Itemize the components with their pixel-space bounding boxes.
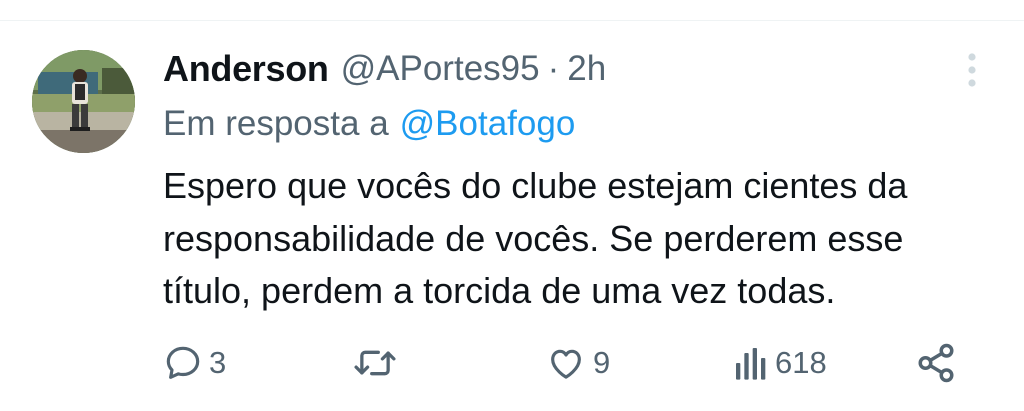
author-name[interactable]: Anderson — [163, 48, 329, 90]
like-count: 9 — [593, 345, 611, 380]
bar-chart-icon — [733, 343, 769, 383]
avatar-photo — [32, 50, 135, 153]
reply-count: 3 — [209, 345, 227, 380]
share-icon — [915, 342, 957, 384]
action-bar: 3 9 618 — [0, 336, 1024, 390]
tweet-text: Espero que vocês do clube estejam ciente… — [163, 165, 908, 311]
share-button[interactable] — [915, 336, 957, 390]
tweet-header: Anderson @APortes95 · 2h — [163, 44, 606, 94]
views-button[interactable]: 618 — [733, 336, 827, 390]
like-button[interactable]: 9 — [545, 336, 610, 390]
avatar[interactable] — [32, 50, 135, 153]
timestamp[interactable]: 2h — [567, 49, 606, 89]
reply-context: Em resposta a @Botafogo — [163, 100, 575, 148]
reply-button[interactable]: 3 — [163, 336, 226, 390]
repost-arrows-icon — [352, 343, 398, 383]
repost-button[interactable] — [352, 336, 404, 390]
separator-dot: · — [547, 49, 560, 88]
reply-prefix: Em resposta a — [163, 104, 389, 143]
author-handle[interactable]: @APortes95 — [341, 49, 540, 89]
speech-bubble-icon — [163, 343, 203, 383]
top-divider — [0, 20, 1024, 21]
views-count: 618 — [775, 345, 827, 380]
more-options-button[interactable] — [960, 50, 984, 90]
heart-icon — [545, 343, 587, 383]
reply-mention-link[interactable]: @Botafogo — [400, 104, 576, 144]
vertical-dots-icon — [967, 52, 977, 88]
